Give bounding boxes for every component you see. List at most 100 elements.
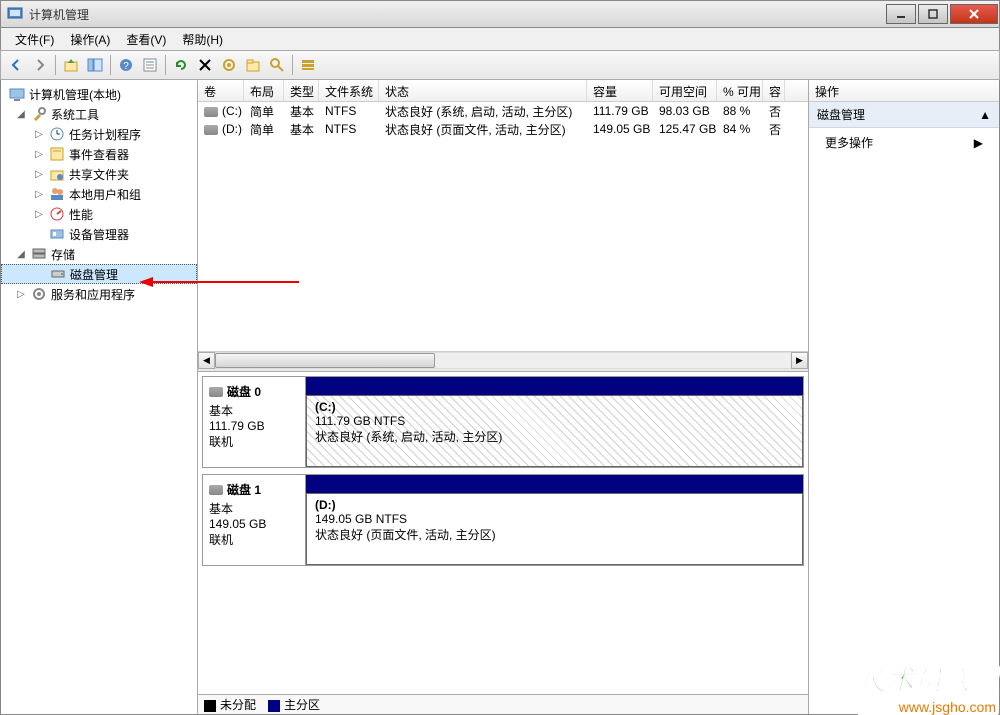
services-icon: [31, 286, 47, 302]
tree-scheduler[interactable]: ▷ 任务计划程序: [1, 124, 197, 144]
tree-label: 磁盘管理: [70, 266, 118, 283]
menu-action[interactable]: 操作(A): [62, 29, 118, 50]
properties-button[interactable]: [139, 54, 161, 76]
scroll-track[interactable]: [215, 352, 791, 369]
disk-graphical-view: 磁盘 0 基本 111.79 GB 联机 (C:) 111.79 GB NTFS…: [198, 372, 808, 694]
disk-icon: [209, 387, 223, 397]
tree-storage[interactable]: ◢ 存储: [1, 244, 197, 264]
tree-root[interactable]: 计算机管理(本地): [1, 84, 197, 104]
disk-info: 磁盘 1 基本 149.05 GB 联机: [203, 475, 306, 565]
tree-label: 系统工具: [51, 106, 99, 123]
actions-panel: 操作 磁盘管理 ▲ 更多操作 ▶: [809, 80, 999, 714]
partition-cell[interactable]: (D:) 149.05 GB NTFS 状态良好 (页面文件, 活动, 主分区): [306, 493, 803, 565]
find-button[interactable]: [266, 54, 288, 76]
scroll-right-button[interactable]: ▶: [791, 352, 808, 369]
show-hide-tree-button[interactable]: [84, 54, 106, 76]
legend-unallocated-icon: [204, 700, 216, 712]
diskmgmt-icon: [50, 266, 66, 282]
toolbar-separator: [292, 55, 293, 75]
disk-info: 磁盘 0 基本 111.79 GB 联机: [203, 377, 306, 467]
disk-canvas: (D:) 149.05 GB NTFS 状态良好 (页面文件, 活动, 主分区): [306, 475, 803, 565]
col-type[interactable]: 类型: [284, 80, 319, 101]
expand-icon[interactable]: ▷: [33, 188, 45, 200]
event-icon: [49, 146, 65, 162]
tree-shared[interactable]: ▷ 共享文件夹: [1, 164, 197, 184]
col-status[interactable]: 状态: [379, 80, 587, 101]
volume-header: 卷 布局 类型 文件系统 状态 容量 可用空间 % 可用 容: [198, 80, 808, 102]
computer-icon: [9, 86, 25, 102]
toolbar-separator: [55, 55, 56, 75]
delete-button[interactable]: [194, 54, 216, 76]
menu-help[interactable]: 帮助(H): [174, 29, 231, 50]
up-button[interactable]: [60, 54, 82, 76]
close-button[interactable]: [950, 4, 998, 24]
tree-label: 服务和应用程序: [51, 286, 135, 303]
maximize-button[interactable]: [918, 4, 948, 24]
volume-icon: [204, 107, 218, 117]
blank-icon: [33, 228, 45, 240]
col-volume[interactable]: 卷: [198, 80, 244, 101]
tree-performance[interactable]: ▷ 性能: [1, 204, 197, 224]
col-filesystem[interactable]: 文件系统: [319, 80, 379, 101]
tree-label: 任务计划程序: [69, 126, 141, 143]
open-button[interactable]: [242, 54, 264, 76]
actions-group-diskmgmt[interactable]: 磁盘管理 ▲: [809, 102, 999, 128]
col-capacity[interactable]: 容量: [587, 80, 653, 101]
folder-shared-icon: [49, 166, 65, 182]
partition-header-bar: [306, 475, 803, 493]
svg-text:?: ?: [123, 61, 129, 72]
scroll-thumb[interactable]: [215, 353, 435, 368]
volume-row[interactable]: (C:) 简单 基本 NTFS 状态良好 (系统, 启动, 活动, 主分区) 1…: [198, 102, 808, 120]
tree-label: 设备管理器: [69, 226, 129, 243]
menu-view[interactable]: 查看(V): [118, 29, 174, 50]
expand-icon[interactable]: ▷: [33, 128, 45, 140]
tree-systools[interactable]: ◢ 系统工具: [1, 104, 197, 124]
watermark: 技术员联盟 www.jsgho.com: [858, 659, 998, 715]
tree-diskmgmt[interactable]: 磁盘管理: [1, 264, 197, 284]
menu-file[interactable]: 文件(F): [7, 29, 62, 50]
partition-cell[interactable]: (C:) 111.79 GB NTFS 状态良好 (系统, 启动, 活动, 主分…: [306, 395, 803, 467]
volume-list: 卷 布局 类型 文件系统 状态 容量 可用空间 % 可用 容 (C:) 简单 基…: [198, 80, 808, 368]
tree-users[interactable]: ▷ 本地用户和组: [1, 184, 197, 204]
tree-eventviewer[interactable]: ▷ 事件查看器: [1, 144, 197, 164]
main-content: 计算机管理(本地) ◢ 系统工具 ▷ 任务计划程序 ▷ 事件查看器 ▷ 共享文件…: [0, 80, 1000, 715]
collapse-icon[interactable]: ◢: [15, 248, 27, 260]
col-free[interactable]: 可用空间: [653, 80, 717, 101]
refresh-button[interactable]: [170, 54, 192, 76]
partition-header-bar: [306, 377, 803, 395]
clock-icon: [49, 126, 65, 142]
disk-block[interactable]: 磁盘 1 基本 149.05 GB 联机 (D:) 149.05 GB NTFS…: [202, 474, 804, 566]
tree-services[interactable]: ▷ 服务和应用程序: [1, 284, 197, 304]
volume-rows[interactable]: (C:) 简单 基本 NTFS 状态良好 (系统, 启动, 活动, 主分区) 1…: [198, 102, 808, 351]
horizontal-scrollbar[interactable]: ◀ ▶: [198, 351, 808, 368]
expand-icon[interactable]: ▷: [33, 148, 45, 160]
scroll-left-button[interactable]: ◀: [198, 352, 215, 369]
watermark-text: 技术员联盟: [858, 665, 998, 696]
tree-label: 共享文件夹: [69, 166, 129, 183]
legend-primary-icon: [268, 700, 280, 712]
back-button[interactable]: [5, 54, 27, 76]
disk-block[interactable]: 磁盘 0 基本 111.79 GB 联机 (C:) 111.79 GB NTFS…: [202, 376, 804, 468]
expand-icon[interactable]: ▷: [15, 288, 27, 300]
tree-panel[interactable]: 计算机管理(本地) ◢ 系统工具 ▷ 任务计划程序 ▷ 事件查看器 ▷ 共享文件…: [1, 80, 198, 714]
minimize-button[interactable]: [886, 4, 916, 24]
volume-icon: [204, 125, 218, 135]
volume-row[interactable]: (D:) 简单 基本 NTFS 状态良好 (页面文件, 活动, 主分区) 149…: [198, 120, 808, 138]
help-button[interactable]: ?: [115, 54, 137, 76]
tree-label: 计算机管理(本地): [29, 86, 121, 103]
expand-icon[interactable]: ▷: [33, 168, 45, 180]
collapse-icon[interactable]: ◢: [15, 108, 27, 120]
watermark-url: www.jsgho.com: [858, 699, 998, 715]
toolbar-separator: [165, 55, 166, 75]
actions-more[interactable]: 更多操作 ▶: [809, 128, 999, 157]
settings-button[interactable]: [218, 54, 240, 76]
col-layout[interactable]: 布局: [244, 80, 284, 101]
col-fault[interactable]: 容: [763, 80, 785, 101]
col-percent[interactable]: % 可用: [717, 80, 763, 101]
tree-devmgr[interactable]: 设备管理器: [1, 224, 197, 244]
expand-icon[interactable]: ▷: [33, 208, 45, 220]
collapse-icon: ▲: [979, 108, 991, 122]
forward-button[interactable]: [29, 54, 51, 76]
toolbar-separator: [110, 55, 111, 75]
list-view-button[interactable]: [297, 54, 319, 76]
